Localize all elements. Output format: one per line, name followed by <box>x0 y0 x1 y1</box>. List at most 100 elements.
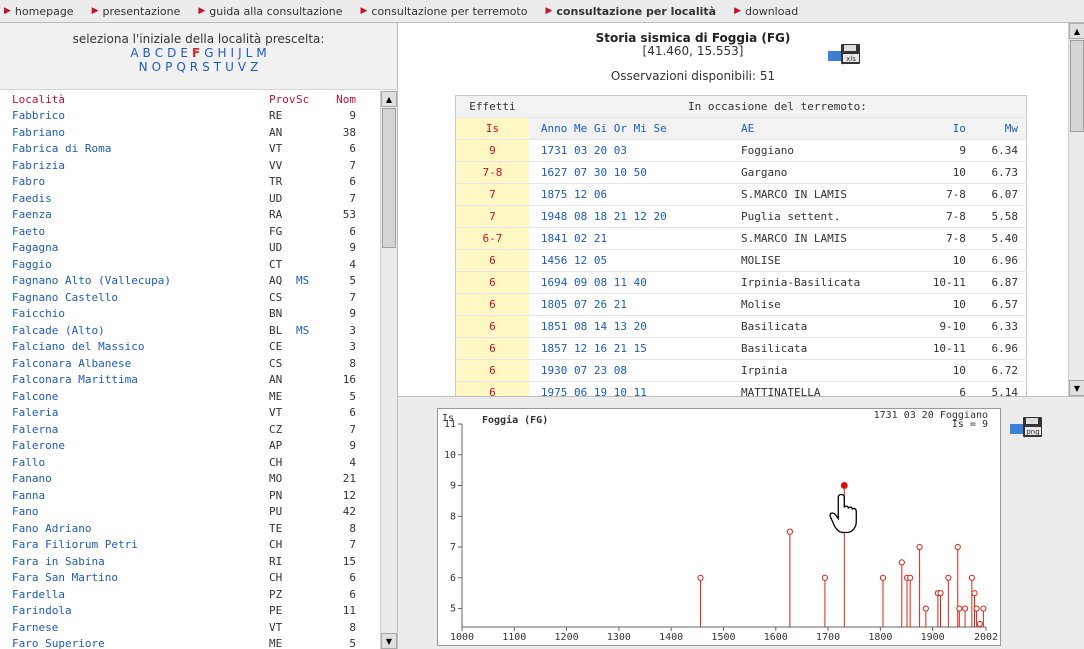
locality-row[interactable]: Faggio CT 4 <box>0 256 380 273</box>
scroll-thumb[interactable] <box>382 108 396 248</box>
locality-name[interactable]: Fardella <box>0 588 269 601</box>
quake-date[interactable]: 1841 02 21 <box>528 227 741 250</box>
locality-name[interactable]: Fanna <box>0 489 269 502</box>
locality-row[interactable]: Faedis UD 7 <box>0 190 380 207</box>
quake-date[interactable]: 1627 07 30 10 50 <box>528 161 741 184</box>
locality-row[interactable]: Farindola PE 11 <box>0 603 380 620</box>
locality-row[interactable]: Fagagna UD 9 <box>0 240 380 257</box>
locality-row[interactable]: Fallo CH 4 <box>0 454 380 471</box>
locality-row[interactable]: Fano PU 42 <box>0 504 380 521</box>
letter-n[interactable]: N <box>139 60 148 74</box>
locality-row[interactable]: Fano Adriano TE 8 <box>0 520 380 537</box>
letter-h[interactable]: H <box>218 46 227 60</box>
locality-name[interactable]: Fara Filiorum Petri <box>0 538 269 551</box>
scroll-up-icon[interactable]: ▲ <box>1069 23 1084 39</box>
letter-b[interactable]: B <box>143 46 151 60</box>
locality-name[interactable]: Falerone <box>0 439 269 452</box>
locality-row[interactable]: Farnese VT 8 <box>0 619 380 636</box>
locality-name[interactable]: Fara San Martino <box>0 571 269 584</box>
locality-row[interactable]: Fagnano Alto (Vallecupa) AQ MS 5 <box>0 273 380 290</box>
letter-f[interactable]: F <box>192 46 200 60</box>
locality-row[interactable]: Fanna PN 12 <box>0 487 380 504</box>
locality-row[interactable]: Falcone ME 5 <box>0 388 380 405</box>
locality-name[interactable]: Fano Adriano <box>0 522 269 535</box>
locality-name[interactable]: Fabrizia <box>0 159 269 172</box>
letter-r[interactable]: R <box>190 60 198 74</box>
letter-q[interactable]: Q <box>176 60 185 74</box>
locality-row[interactable]: Falerone AP 9 <box>0 438 380 455</box>
locality-name[interactable]: Fallo <box>0 456 269 469</box>
letter-z[interactable]: Z <box>250 60 258 74</box>
nav-homepage[interactable]: ▶ homepage <box>4 5 74 18</box>
locality-row[interactable]: Faicchio BN 9 <box>0 306 380 323</box>
quake-date[interactable]: 1948 08 18 21 12 20 <box>528 205 741 228</box>
letter-e[interactable]: E <box>180 46 188 60</box>
locality-name[interactable]: Farindola <box>0 604 269 617</box>
locality-row[interactable]: Fabrica di Roma VT 6 <box>0 141 380 158</box>
locality-row[interactable]: Falconara Marittima AN 16 <box>0 372 380 389</box>
letter-p[interactable]: P <box>165 60 172 74</box>
locality-name[interactable]: Fabro <box>0 175 269 188</box>
history-scrollbar[interactable]: ▲ ▼ <box>1068 23 1084 396</box>
letter-u[interactable]: U <box>225 60 234 74</box>
locality-name[interactable]: Fano <box>0 505 269 518</box>
letter-j[interactable]: J <box>238 46 242 60</box>
locality-row[interactable]: Fara San Martino CH 6 <box>0 570 380 587</box>
locality-name[interactable]: Fagnano Castello <box>0 291 269 304</box>
quake-date[interactable]: 1694 09 08 11 40 <box>528 271 741 294</box>
locality-row[interactable]: Faenza RA 53 <box>0 207 380 224</box>
locality-name[interactable]: Falciano del Massico <box>0 340 269 353</box>
quake-date[interactable]: 1805 07 26 21 <box>528 293 741 316</box>
quake-date[interactable]: 1731 03 20 03 <box>528 139 741 162</box>
letter-t[interactable]: T <box>214 60 221 74</box>
scroll-down-icon[interactable]: ▼ <box>381 633 397 649</box>
locality-name[interactable]: Faicchio <box>0 307 269 320</box>
locality-name[interactable]: Fabrica di Roma <box>0 142 269 155</box>
locality-row[interactable]: Fanano MO 21 <box>0 471 380 488</box>
letter-o[interactable]: O <box>152 60 161 74</box>
letter-s[interactable]: S <box>202 60 210 74</box>
locality-name[interactable]: Fagnano Alto (Vallecupa) <box>0 274 269 287</box>
letter-i[interactable]: I <box>231 46 235 60</box>
locality-name[interactable]: Fabriano <box>0 126 269 139</box>
locality-row[interactable]: Fardella PZ 6 <box>0 586 380 603</box>
locality-row[interactable]: Faro Superiore ME 5 <box>0 636 380 649</box>
locality-row[interactable]: Fabriano AN 38 <box>0 124 380 141</box>
nav-download[interactable]: ▶ download <box>734 5 798 18</box>
locality-row[interactable]: Fabbrico RE 9 <box>0 108 380 125</box>
locality-row[interactable]: Fara Filiorum Petri CH 7 <box>0 537 380 554</box>
locality-name[interactable]: Faggio <box>0 258 269 271</box>
scroll-down-icon[interactable]: ▼ <box>1069 380 1084 396</box>
locality-name[interactable]: Faeto <box>0 225 269 238</box>
locality-row[interactable]: Falcade (Alto) BL MS 3 <box>0 322 380 339</box>
letter-m[interactable]: M <box>256 46 266 60</box>
scroll-thumb[interactable] <box>1070 40 1084 132</box>
locality-row[interactable]: Fabro TR 6 <box>0 174 380 191</box>
locality-name[interactable]: Falcade (Alto) <box>0 324 269 337</box>
locality-name[interactable]: Faro Superiore <box>0 637 269 649</box>
letter-v[interactable]: V <box>238 60 246 74</box>
locality-name[interactable]: Fara in Sabina <box>0 555 269 568</box>
scroll-up-icon[interactable]: ▲ <box>381 91 397 107</box>
quake-date[interactable]: 1875 12 06 <box>528 183 741 206</box>
locality-row[interactable]: Falerna CZ 7 <box>0 421 380 438</box>
nav-presentazione[interactable]: ▶ presentazione <box>92 5 181 18</box>
quake-date[interactable]: 1975 06 19 10 11 <box>528 381 741 396</box>
locality-row[interactable]: Fagnano Castello CS 7 <box>0 289 380 306</box>
letter-c[interactable]: C <box>155 46 163 60</box>
locality-name[interactable]: Faenza <box>0 208 269 221</box>
nav-consultazione-localita[interactable]: ▶ consultazione per località <box>545 5 716 18</box>
locality-name[interactable]: Falerna <box>0 423 269 436</box>
locality-row[interactable]: Fara in Sabina RI 15 <box>0 553 380 570</box>
locality-name[interactable]: Falconara Albanese <box>0 357 269 370</box>
quake-date[interactable]: 1456 12 05 <box>528 249 741 272</box>
locality-row[interactable]: Falconara Albanese CS 8 <box>0 355 380 372</box>
locality-name[interactable]: Fagagna <box>0 241 269 254</box>
locality-name[interactable]: Fanano <box>0 472 269 485</box>
quake-date[interactable]: 1930 07 23 08 <box>528 359 741 382</box>
locality-name[interactable]: Faedis <box>0 192 269 205</box>
quake-date[interactable]: 1857 12 16 21 15 <box>528 337 741 360</box>
nav-guida[interactable]: ▶ guida alla consultazione <box>198 5 342 18</box>
locality-name[interactable]: Farnese <box>0 621 269 634</box>
png-download-icon[interactable]: png <box>1010 416 1044 440</box>
